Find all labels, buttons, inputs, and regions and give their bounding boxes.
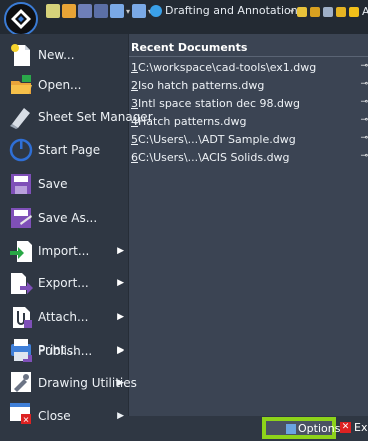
submenu-arrow-icon: ▶ [117, 345, 124, 355]
pin-icon[interactable]: ⊸ [360, 115, 368, 125]
submenu-arrow-icon: ▶ [117, 246, 124, 256]
menu-item-save-as[interactable]: Save As... [0, 201, 128, 235]
doc-name: C:\Users\...\ACIS Solids.dwg [138, 150, 290, 164]
menu-item-label: Print... [38, 343, 78, 357]
submenu-arrow-icon: ▶ [117, 378, 124, 388]
print-icon [11, 339, 31, 359]
options-button[interactable]: Options... [262, 417, 351, 439]
doc-name: C:\workspace\cad-tools\ex1.dwg [138, 60, 317, 74]
pin-icon[interactable]: ⊸ [360, 97, 368, 107]
layer-icon[interactable] [297, 6, 308, 17]
recent-doc-item[interactable]: 6 C:\Users\...\ACIS Solids.dwg ⊸ [131, 148, 368, 166]
utilities-icon [11, 372, 31, 392]
menu-item-label: Start Page [38, 143, 101, 157]
pin-icon[interactable]: ⊸ [360, 133, 368, 143]
recent-doc-item[interactable]: 5 C:\Users\...\ADT Sample.dwg ⊸ [131, 130, 368, 148]
menu-item-attach[interactable]: Attach... ▶ [0, 300, 128, 334]
doc-number: 2 [131, 78, 138, 92]
menu-item-drawing-utilities[interactable]: Drawing Utilities ▶ [0, 365, 137, 401]
menu-item-label: Import... [38, 244, 90, 258]
recent-documents-heading: Recent Documents [131, 41, 248, 54]
menu-item-label: Close [38, 409, 71, 423]
sheet-set-icon [10, 108, 30, 129]
doc-number: 4 [131, 114, 138, 128]
menu-item-close[interactable]: ✕ Close ▶ [0, 398, 128, 434]
close-icon: ✕ [10, 403, 31, 425]
attach-icon [13, 307, 32, 328]
menu-item-export[interactable]: Export... ▶ [0, 266, 128, 300]
quick-access-toolbar: ▾ ▾ [46, 4, 152, 18]
export-icon [11, 273, 33, 294]
menu-item-start-page[interactable]: Start Page [0, 133, 128, 167]
pin-icon[interactable]: ⊸ [360, 61, 368, 71]
menu-item-label: Save As... [38, 211, 98, 225]
save-qat-icon[interactable] [78, 4, 92, 18]
workspace-label: Drafting and Annotation [165, 4, 298, 17]
menu-item-label: New... [38, 48, 75, 62]
doc-number: 3 [131, 96, 138, 110]
options-icon [286, 424, 296, 434]
import-icon [10, 241, 32, 262]
gear-icon [150, 4, 162, 17]
pin-icon[interactable]: ⊸ [360, 151, 368, 161]
application-menu-button[interactable] [4, 2, 38, 36]
menu-item-open[interactable]: Open... [0, 68, 128, 102]
recent-documents-panel: Recent Documents 1 C:\workspace\cad-tool… [129, 34, 368, 416]
doc-number: 6 [131, 150, 138, 164]
pin-icon[interactable]: ⊸ [360, 79, 368, 89]
color-icon[interactable] [323, 6, 334, 17]
menu-item-label: Open... [38, 78, 82, 92]
lock-icon[interactable] [336, 6, 347, 17]
undo-icon[interactable] [110, 4, 124, 18]
exit-icon: ✕ [340, 422, 351, 433]
sun-icon[interactable] [310, 6, 321, 17]
doc-name: Hatch patterns.dwg [138, 114, 247, 128]
doc-name: C:\Users\...\ADT Sample.dwg [138, 132, 296, 146]
exit-label: Exit [354, 421, 368, 434]
recent-doc-item[interactable]: 3 Intl space station dec 98.dwg ⊸ [131, 94, 368, 112]
doc-number: 5 [131, 132, 138, 146]
menu-item-label: Export... [38, 276, 89, 290]
workspace-switcher[interactable]: Drafting and Annotation [150, 4, 298, 17]
save-icon [11, 174, 31, 194]
menu-item-import[interactable]: Import... ▶ [0, 234, 128, 268]
undo-dropdown-icon[interactable]: ▾ [126, 7, 130, 16]
recent-doc-item[interactable]: 1 C:\workspace\cad-tools\ex1.dwg ⊸ [131, 58, 368, 76]
doc-name: Intl space station dec 98.dwg [138, 96, 300, 110]
menu-item-save[interactable]: Save [0, 167, 128, 201]
save-as-qat-icon[interactable] [94, 4, 108, 18]
menu-item-label: Save [38, 177, 68, 191]
open-folder-icon [11, 75, 32, 94]
menu-item-print[interactable]: Print... ▶ [0, 332, 128, 368]
autocad-logo-icon [11, 9, 31, 29]
svg-text:✕: ✕ [23, 416, 30, 425]
menu-item-sheet-set-manager[interactable]: Sheet Set Manager [0, 100, 153, 134]
redo-icon[interactable] [132, 4, 147, 18]
open-qat-icon[interactable] [62, 4, 76, 18]
doc-name: Iso hatch patterns.dwg [138, 78, 265, 92]
doc-number: 1 [131, 60, 138, 74]
submenu-arrow-icon: ▶ [117, 411, 124, 421]
new-file-icon [11, 44, 30, 66]
recent-doc-item[interactable]: 4 Hatch patterns.dwg ⊸ [131, 112, 368, 130]
menu-item-new[interactable]: New... [0, 38, 128, 72]
save-as-icon [11, 208, 32, 228]
start-page-icon [9, 138, 33, 162]
submenu-arrow-icon: ▶ [117, 278, 124, 288]
square-icon[interactable] [349, 6, 360, 17]
submenu-arrow-icon: ▶ [117, 312, 124, 322]
menu-item-label: Attach... [38, 310, 89, 324]
workspace-dropdown-icon[interactable]: ▾ [290, 7, 294, 16]
recent-doc-item[interactable]: 2 Iso hatch patterns.dwg ⊸ [131, 76, 368, 94]
title-text: A [362, 5, 368, 18]
exit-button[interactable]: ✕ Exit [340, 421, 368, 434]
title-bar: ▾ ▾ Drafting and Annotation ▾ A [0, 0, 368, 36]
divider [129, 56, 368, 57]
topright-tools: ▾ A [290, 5, 368, 18]
new-qat-icon[interactable] [46, 4, 60, 18]
